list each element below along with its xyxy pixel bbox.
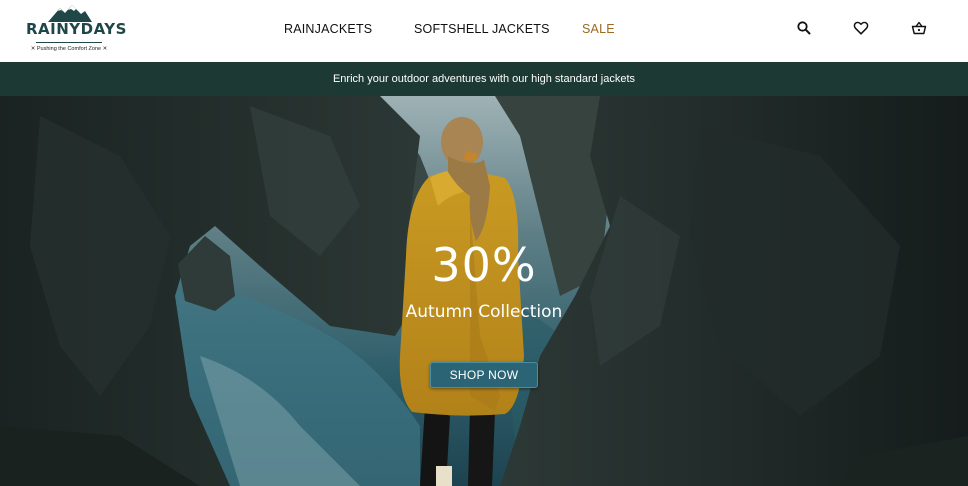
shop-now-button[interactable]: SHOP NOW bbox=[430, 362, 538, 388]
logo-divider bbox=[36, 42, 102, 43]
basket-icon[interactable] bbox=[911, 20, 927, 36]
promo-banner-text: Enrich your outdoor adventures with our … bbox=[332, 73, 636, 85]
hero-subtitle: Autumn Collection bbox=[405, 302, 563, 322]
heart-icon[interactable] bbox=[853, 20, 869, 36]
site-header: RAINYDAYS ✕ Pushing the Comfort Zone ✕ R… bbox=[0, 0, 968, 62]
nav-item-rainjackets[interactable]: RAINJACKETS bbox=[284, 22, 372, 36]
promo-banner: Enrich your outdoor adventures with our … bbox=[0, 62, 968, 96]
hero-discount: 30% bbox=[431, 238, 537, 292]
brand-logo[interactable]: RAINYDAYS ✕ Pushing the Comfort Zone ✕ bbox=[26, 4, 127, 58]
nav-item-sale[interactable]: SALE bbox=[582, 22, 615, 36]
search-icon[interactable] bbox=[796, 20, 812, 36]
nav-item-softshell-jackets[interactable]: SOFTSHELL JACKETS bbox=[414, 22, 550, 36]
brand-name: RAINYDAYS bbox=[26, 20, 127, 38]
brand-tagline: ✕ Pushing the Comfort Zone ✕ bbox=[30, 46, 108, 52]
hero-section: 30% Autumn Collection SHOP NOW bbox=[0, 96, 968, 486]
